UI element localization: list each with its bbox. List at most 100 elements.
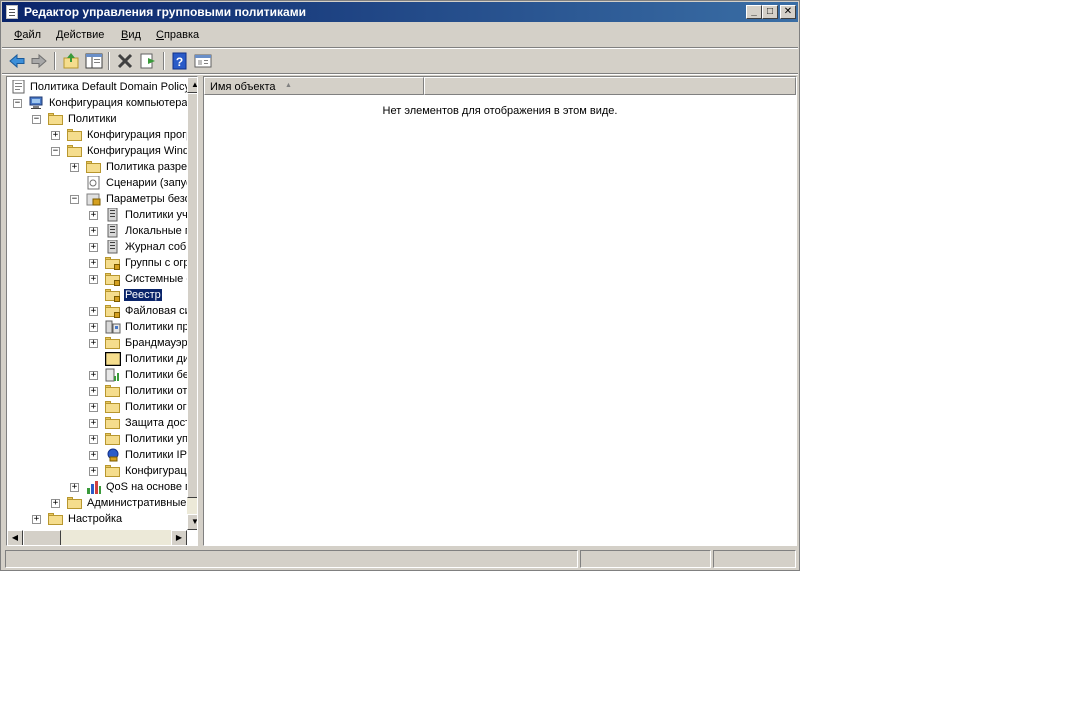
expand-toggle[interactable]: + [89, 387, 98, 396]
folder-icon [105, 417, 120, 429]
help-icon[interactable]: ? [170, 51, 190, 71]
tree-item-name-resolution[interactable]: + Политика разрешения имен [7, 159, 197, 175]
show-hide-tree-icon[interactable] [84, 51, 104, 71]
menu-file[interactable]: Файл [14, 29, 41, 41]
server-icon [105, 239, 121, 254]
tree-item-app-control[interactable]: + Политики управления приложениями [7, 431, 197, 447]
delete-icon[interactable] [115, 51, 135, 71]
tree-item-nap[interactable]: + Защита доступа к сети [7, 415, 197, 431]
maximize-button[interactable]: □ [762, 5, 778, 19]
expand-toggle[interactable]: + [51, 499, 60, 508]
tree-item-restricted-groups[interactable]: + Группы с ограниченным доступом [7, 255, 197, 271]
expand-toggle[interactable]: + [89, 403, 98, 412]
back-icon[interactable] [7, 51, 27, 71]
export-list-icon[interactable] [138, 51, 158, 71]
expand-toggle[interactable]: + [89, 339, 98, 348]
expand-toggle[interactable]: + [70, 483, 79, 492]
tree-item-system-services[interactable]: + Системные службы [7, 271, 197, 287]
expand-toggle[interactable]: + [89, 451, 98, 460]
expand-toggle[interactable]: + [89, 227, 98, 236]
column-header-name[interactable]: Имя объекта ▲ [204, 77, 424, 95]
tree-item-event-log[interactable]: + Журнал событий [7, 239, 197, 255]
toolbar-separator [108, 52, 110, 70]
tree-item-ip-security[interactable]: + Политики IP-безопасности [7, 447, 197, 463]
forward-icon[interactable] [29, 51, 49, 71]
chart-icon [105, 368, 121, 382]
collapse-toggle[interactable]: − [51, 147, 60, 156]
status-panel-2 [580, 550, 711, 568]
expand-toggle[interactable]: + [51, 131, 60, 140]
folder-icon [48, 513, 63, 525]
tree-horizontal-scrollbar[interactable]: ◀ ▶ [7, 530, 187, 545]
expand-toggle[interactable]: + [89, 275, 98, 284]
tree-item-firewall[interactable]: + Брандмауэр Windows [7, 335, 197, 351]
folder-icon [105, 337, 120, 349]
tree-item-registry[interactable]: Реестр [7, 287, 187, 303]
tree-item-account-policies[interactable]: + Политики учетных записей [7, 207, 197, 223]
tree-item-advanced-audit[interactable]: + Конфигурация расширенной политики ауди… [7, 463, 197, 479]
tree-item-scripts[interactable]: Сценарии (запуск/завершение) [7, 175, 197, 191]
folder-icon [48, 113, 63, 125]
collapse-toggle[interactable]: − [13, 99, 22, 108]
tree-item-admin-templates[interactable]: + Административные шаблоны [7, 495, 197, 511]
minimize-button[interactable]: _ [746, 5, 762, 19]
tree-item-qos[interactable]: + QoS на основе политики [7, 479, 197, 495]
app-icon[interactable] [6, 5, 18, 19]
tree-item-network-list[interactable]: Политики диспетчера списка сетей [7, 351, 197, 367]
expand-toggle[interactable]: + [89, 435, 98, 444]
expand-toggle[interactable]: + [89, 371, 98, 380]
server-icon [105, 223, 121, 238]
console-tree-pane: Политика Default Domain Policy − Конфигу… [6, 76, 198, 546]
expand-toggle[interactable]: + [89, 243, 98, 252]
expand-toggle[interactable]: + [89, 259, 98, 268]
collapse-toggle[interactable]: − [70, 195, 79, 204]
tree-item-software-config[interactable]: + Конфигурация программ [7, 127, 197, 143]
expand-toggle[interactable]: + [89, 323, 98, 332]
properties-icon[interactable] [193, 51, 213, 71]
expand-toggle[interactable]: + [89, 419, 98, 428]
column-header-empty[interactable] [424, 77, 796, 95]
status-panel-main [5, 550, 578, 568]
tree-item-wireless-network[interactable]: + Политики беспроводной сети [7, 367, 197, 383]
menu-help[interactable]: Справка [156, 29, 199, 41]
scroll-left-button[interactable]: ◀ [7, 530, 23, 545]
menu-action[interactable]: Действие [56, 29, 104, 41]
network-icon [105, 320, 121, 334]
expand-toggle[interactable]: + [32, 515, 41, 524]
up-folder-icon[interactable] [61, 51, 81, 71]
title-bar[interactable]: Редактор управления групповыми политикам… [2, 2, 798, 22]
tree-item-computer-config[interactable]: − Конфигурация компьютера [7, 95, 187, 111]
expand-toggle[interactable]: + [89, 467, 98, 476]
tree-item-security-settings[interactable]: − Параметры безопасности [7, 191, 197, 207]
tree-item-windows-config[interactable]: − Конфигурация Windows [7, 143, 197, 159]
tree-item-wired-network[interactable]: + Политики проводной сети [7, 319, 197, 335]
collapse-toggle[interactable]: − [32, 115, 41, 124]
menu-view[interactable]: Вид [121, 29, 141, 41]
tree-item-local-policies[interactable]: + Локальные политики [7, 223, 197, 239]
scroll-thumb-horizontal[interactable] [23, 530, 61, 545]
tree-item-software-restriction[interactable]: + Политики ограниченного использования п… [7, 399, 197, 415]
folder-icon [105, 465, 120, 477]
scroll-down-button[interactable]: ▼ [187, 514, 197, 530]
folder-icon [105, 401, 120, 413]
tree-item-root-policy[interactable]: Политика Default Domain Policy [7, 79, 190, 95]
scroll-thumb[interactable] [187, 93, 197, 498]
expand-toggle[interactable]: + [70, 163, 79, 172]
security-icon [86, 192, 102, 206]
folder-icon [105, 385, 120, 397]
expand-toggle[interactable]: + [89, 211, 98, 220]
computer-icon [29, 96, 45, 110]
tree-item-preferences[interactable]: + Настройка [7, 511, 187, 527]
close-button[interactable]: ✕ [780, 5, 796, 19]
tree-item-file-system[interactable]: + Файловая система [7, 303, 197, 319]
tree-item-public-key[interactable]: + Политики открытого ключа [7, 383, 197, 399]
script-icon [86, 175, 102, 190]
expand-toggle[interactable]: + [89, 307, 98, 316]
tree-item-policies[interactable]: − Политики [7, 111, 187, 127]
scroll-up-button[interactable]: ▲ [187, 77, 197, 93]
scroll-right-button[interactable]: ▶ [171, 530, 187, 545]
tree-vertical-scrollbar[interactable]: ▲ ▼ [187, 77, 197, 530]
empty-list-message: Нет элементов для отображения в этом вид… [382, 105, 618, 117]
folder-icon [67, 129, 82, 141]
ip-security-icon [105, 448, 121, 462]
